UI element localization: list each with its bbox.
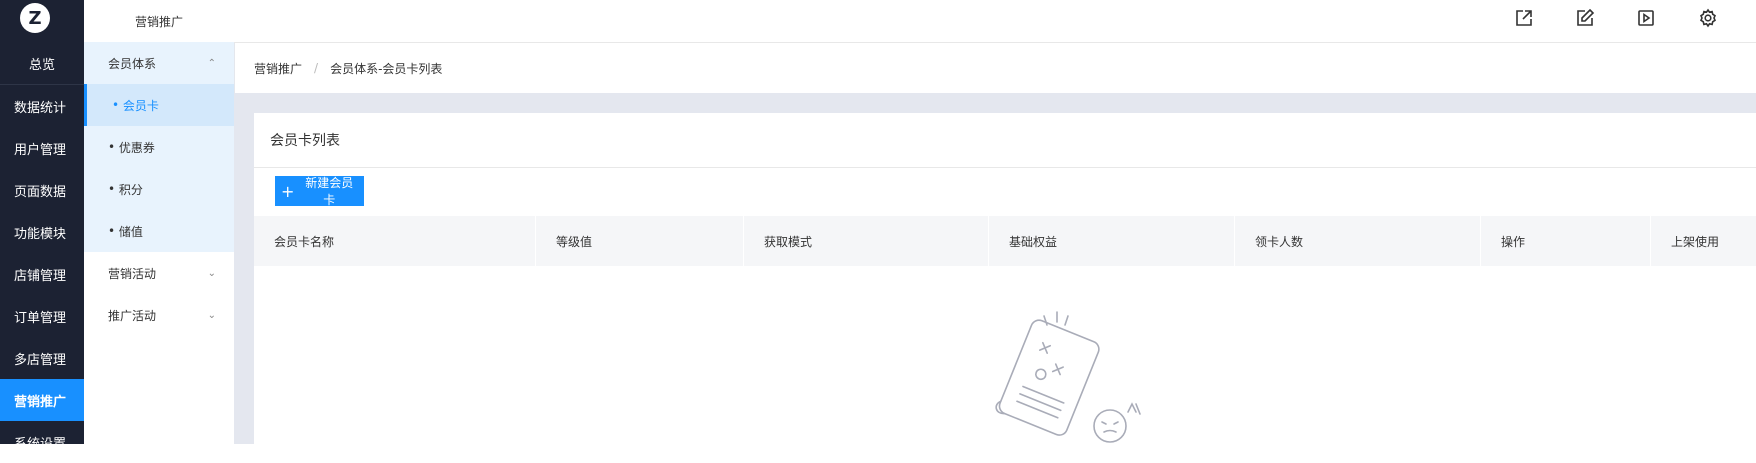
rail-item-label: 总览 (28, 57, 55, 73)
submenu-item-points[interactable]: • 积分 (84, 168, 234, 210)
play-icon[interactable] (1632, 4, 1660, 32)
column-header-actions: 操作 (1481, 216, 1651, 266)
external-link-icon[interactable] (1510, 4, 1538, 32)
page-title: 会员卡列表 (270, 133, 340, 149)
rail-item-label: 订单管理 (14, 310, 67, 326)
submenu-item-label: 积分 (118, 182, 143, 197)
rail-item-settings[interactable]: 系统设置 (0, 421, 84, 463)
submenu-item-member-card[interactable]: • 会员卡 (84, 84, 234, 126)
edit-icon[interactable] (1571, 4, 1599, 32)
rail-item-page-data[interactable]: 页面数据 (0, 169, 84, 211)
top-toolbar (234, 0, 1756, 43)
rail-item-statistics[interactable]: 数据统计 (0, 85, 84, 127)
gear-icon[interactable] (1694, 4, 1722, 32)
submenu-group-label: 会员体系 (108, 56, 157, 71)
chevron-down-icon: ⌄ (207, 267, 216, 279)
plus-icon: + (281, 181, 295, 201)
column-header-listing: 上架使用 (1671, 234, 1720, 249)
empty-state-illustration (982, 308, 1162, 451)
rail-item-users[interactable]: 用户管理 (0, 127, 84, 169)
rail-item-shop[interactable]: 店铺管理 (0, 253, 84, 295)
submenu-item-label: 储值 (118, 224, 143, 239)
rail-item-label: 店铺管理 (14, 268, 67, 284)
submenu-title: 营销推广 (84, 0, 234, 43)
rail-item-overview[interactable]: 总览 (0, 42, 84, 85)
submenu-item-label: 会员卡 (122, 98, 159, 113)
column-header-benefits: 基础权益 (989, 216, 1235, 266)
submenu-expanded-group: 会员体系 ⌃ • 会员卡 • 优惠券 • 积分 • 储值 (84, 42, 234, 252)
rail-item-label: 页面数据 (14, 184, 67, 200)
submenu-group-promotions[interactable]: 推广活动 ⌄ (84, 294, 234, 336)
submenu-panel: 营销推广 会员体系 ⌃ • 会员卡 • 优惠券 • 积分 • 储值 营销活动 ⌄… (84, 0, 235, 444)
new-member-card-button[interactable]: + 新建会员卡 (275, 176, 364, 207)
bullet-icon: • (108, 224, 119, 238)
rail-item-multi-shop[interactable]: 多店管理 (0, 337, 84, 379)
breadcrumb-current: 会员体系-会员卡列表 (330, 61, 443, 76)
rail-item-modules[interactable]: 功能模块 (0, 211, 84, 253)
rail-item-label: 功能模块 (14, 226, 67, 242)
rail-item-label: 数据统计 (14, 100, 67, 116)
logo-glyph: Z (28, 7, 42, 29)
breadcrumb-item[interactable]: 营销推广 (254, 60, 302, 77)
breadcrumb-separator: / (314, 61, 319, 75)
rail-item-marketing[interactable]: 营销推广 (0, 379, 84, 421)
rail-item-label: 用户管理 (14, 142, 67, 158)
submenu-group-campaigns[interactable]: 营销活动 ⌄ (84, 252, 234, 294)
submenu-group-label: 营销活动 (108, 266, 157, 281)
column-header-name: 会员卡名称 (254, 216, 536, 266)
submenu-group-membership[interactable]: 会员体系 ⌃ (84, 42, 234, 84)
rail-item-label: 多店管理 (14, 352, 67, 368)
submenu-item-stored-value[interactable]: • 储值 (84, 210, 234, 252)
submenu-item-coupon[interactable]: • 优惠券 (84, 126, 234, 168)
column-header-receivers: 领卡人数 (1235, 216, 1481, 266)
table-header: 会员卡名称 等级值 获取模式 基础权益 领卡人数 操作 上架使用 (254, 216, 1756, 266)
chevron-down-icon: ⌄ (207, 309, 216, 321)
column-header-mode: 获取模式 (744, 216, 989, 266)
breadcrumb: 营销推广 / 会员体系-会员卡列表 (234, 43, 1756, 93)
rail-item-label: 营销推广 (14, 394, 67, 410)
rail-item-label: 系统设置 (14, 436, 67, 452)
submenu-item-label: 优惠券 (118, 140, 155, 155)
bullet-icon: • (108, 140, 119, 154)
bullet-icon: • (112, 98, 123, 112)
chevron-up-icon: ⌃ (207, 57, 216, 69)
main-nav-rail: Z 总览 数据统计 用户管理 页面数据 功能模块 店铺管理 订单管理 多店管理 … (0, 0, 84, 452)
divider (254, 167, 1756, 168)
button-label: 新建会员卡 (305, 176, 354, 207)
submenu-group-label: 推广活动 (108, 308, 157, 323)
rail-item-orders[interactable]: 订单管理 (0, 295, 84, 337)
app-logo[interactable]: Z (20, 3, 50, 33)
column-header-level: 等级值 (536, 216, 744, 266)
bullet-icon: • (108, 182, 119, 196)
